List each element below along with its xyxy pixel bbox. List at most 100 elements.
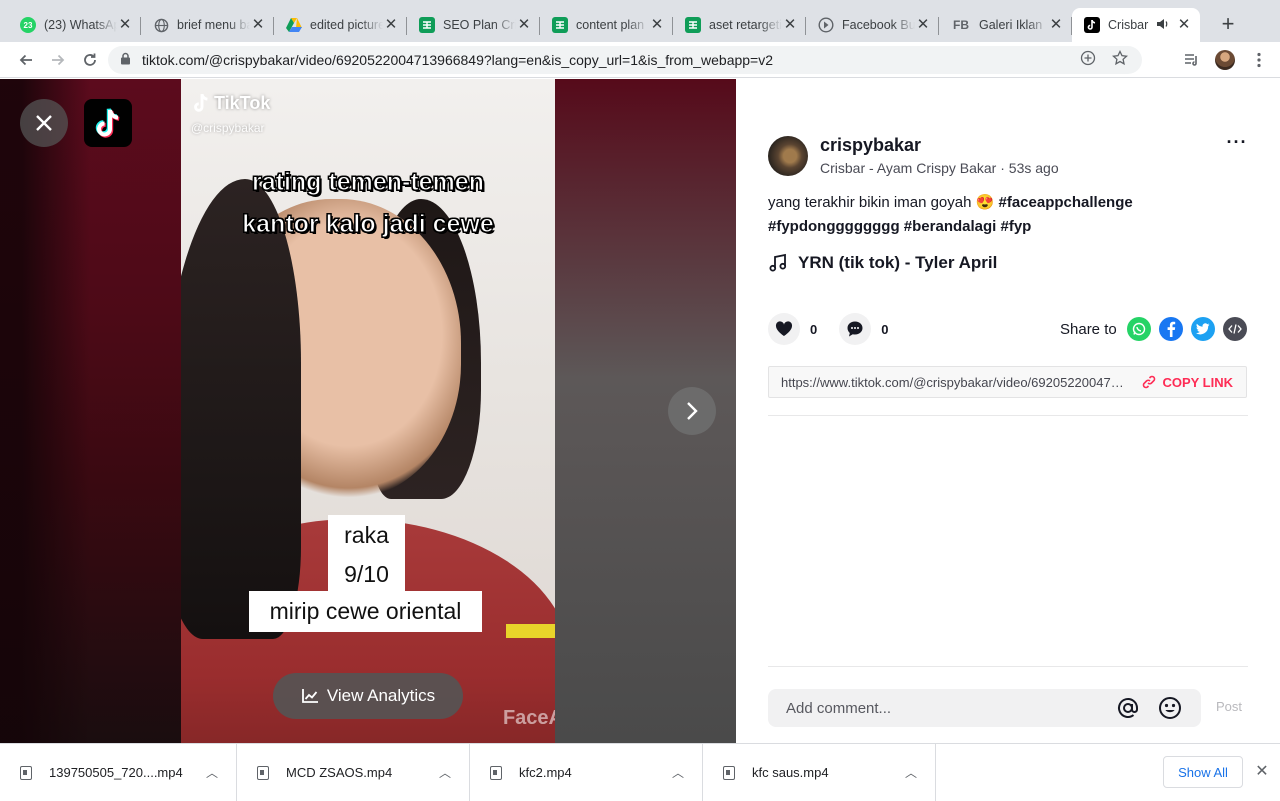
tab-title: brief menu baru — [177, 18, 250, 32]
close-icon[interactable]: ✕ — [915, 17, 931, 33]
close-icon[interactable]: ✕ — [117, 17, 133, 33]
close-icon[interactable]: ✕ — [1176, 17, 1192, 33]
comment-button[interactable] — [839, 313, 872, 345]
chevron-up-icon[interactable]: ︿ — [202, 764, 222, 781]
next-video-button[interactable] — [668, 387, 716, 435]
hashtag-links[interactable]: #fypdongggggggg #berandalagi #fyp — [768, 218, 1031, 235]
lock-icon[interactable] — [120, 52, 134, 68]
show-all-button[interactable]: Show All — [1163, 756, 1243, 788]
close-icon[interactable]: ✕ — [516, 17, 532, 33]
tab-brief-menu[interactable]: brief menu baru ✕ — [141, 8, 274, 42]
media-control-icon[interactable] — [1178, 46, 1204, 74]
download-item[interactable]: 139750505_720....mp4 ︿ — [0, 744, 237, 801]
chevron-up-icon[interactable]: ︿ — [435, 764, 455, 781]
close-icon[interactable]: ✕ — [782, 17, 798, 33]
tab-seo-plan[interactable]: SEO Plan Crisbar ✕ — [407, 8, 540, 42]
comment-count: 0 — [881, 321, 889, 337]
like-button[interactable] — [768, 313, 800, 345]
close-icon[interactable]: ✕ — [250, 17, 266, 33]
view-analytics-button[interactable]: View Analytics — [273, 673, 463, 719]
profile-avatar[interactable] — [1212, 46, 1238, 74]
file-icon — [257, 765, 269, 780]
tab-title: aset retargeting — [709, 18, 782, 32]
copy-link-button[interactable]: COPY LINK — [1128, 375, 1246, 390]
tab-crisbar[interactable]: Crisbar ✕ — [1072, 8, 1200, 42]
url-text: tiktok.com/@crispybakar/video/6920522004… — [142, 52, 774, 68]
close-icon[interactable]: ✕ — [1048, 17, 1064, 33]
link-icon — [1143, 375, 1156, 389]
tab-title: (23) WhatsApp — [44, 18, 117, 32]
copy-link-box: https://www.tiktok.com/@crispybakar/vide… — [768, 366, 1247, 398]
reload-button[interactable] — [76, 46, 104, 74]
tab-content-plan[interactable]: content plan ✕ — [540, 8, 673, 42]
new-tab-button[interactable]: + — [1214, 11, 1242, 39]
tab-facebook-business[interactable]: Facebook Business ✕ — [806, 8, 939, 42]
download-item[interactable]: kfc2.mp4 ︿ — [470, 744, 703, 801]
close-icon[interactable]: ✕ — [1252, 760, 1272, 784]
chevron-up-icon[interactable]: ︿ — [901, 764, 921, 781]
download-item[interactable]: kfc saus.mp4 ︿ — [703, 744, 936, 801]
google-drive-icon — [286, 17, 302, 33]
bookmark-star-icon[interactable] — [1108, 49, 1132, 70]
more-options-icon[interactable]: ··· — [1225, 132, 1249, 156]
tab-title: content plan — [576, 18, 645, 32]
close-icon[interactable]: ✕ — [649, 17, 665, 33]
video-link-text[interactable]: https://www.tiktok.com/@crispybakar/vide… — [781, 375, 1128, 390]
forward-button[interactable] — [44, 46, 72, 74]
author-display-name[interactable]: Crisbar - Ayam Crispy Bakar — [820, 160, 996, 176]
comment-input[interactable]: Add comment... — [768, 689, 1201, 727]
menu-kebab-icon[interactable] — [1246, 46, 1272, 74]
whatsapp-share-icon[interactable] — [1126, 317, 1151, 341]
back-button[interactable] — [12, 46, 40, 74]
rating-score-label: 9/10 — [328, 555, 405, 593]
tiktok-note-icon — [194, 93, 208, 112]
chevron-up-icon[interactable]: ︿ — [668, 764, 688, 781]
author-avatar[interactable] — [768, 136, 808, 176]
rating-note-label: mirip cewe oriental — [249, 591, 482, 632]
author-subline: Crisbar - Ayam Crispy Bakar · 53s ago — [820, 160, 1059, 176]
engagement-stats: 0 0 — [768, 313, 910, 345]
mention-at-icon[interactable] — [1113, 693, 1143, 723]
speaker-icon[interactable] — [1156, 18, 1172, 33]
browser-toolbar: tiktok.com/@crispybakar/video/6920522004… — [0, 42, 1280, 78]
close-icon[interactable]: ✕ — [383, 17, 399, 33]
divider — [768, 666, 1248, 667]
twitter-share-icon[interactable] — [1190, 317, 1215, 341]
whatsapp-icon: 23 — [20, 17, 36, 33]
downloads-bar: 139750505_720....mp4 ︿ MCD ZSAOS.mp4 ︿ k… — [0, 743, 1280, 801]
embed-code-icon[interactable] — [1222, 317, 1247, 341]
tab-edited-picture[interactable]: edited picture ✕ — [274, 8, 407, 42]
facebook-share-icon[interactable] — [1158, 317, 1183, 341]
like-count: 0 — [810, 321, 818, 337]
tab-galeri-iklan[interactable]: FB Galeri Iklan ✕ — [939, 8, 1072, 42]
address-bar[interactable]: tiktok.com/@crispybakar/video/6920522004… — [108, 46, 1142, 74]
file-icon — [490, 765, 502, 780]
author-username[interactable]: crispybakar — [820, 135, 921, 156]
tiktok-logo-icon[interactable] — [84, 99, 132, 147]
music-note-icon — [769, 253, 787, 272]
chevron-right-icon — [687, 402, 698, 420]
music-link[interactable]: YRN (tik tok) - Tyler April — [768, 253, 997, 273]
close-video-button[interactable] — [20, 99, 68, 147]
file-icon — [723, 765, 735, 780]
download-item[interactable]: MCD ZSAOS.mp4 ︿ — [237, 744, 470, 801]
google-sheets-icon — [419, 17, 435, 33]
post-detail-panel: crispybakar Crisbar - Ayam Crispy Bakar … — [736, 79, 1280, 744]
tab-title: edited picture — [310, 18, 383, 32]
tiktok-icon — [1084, 17, 1100, 33]
add-icon[interactable] — [1076, 50, 1100, 70]
heart-eyes-emoji: 😍 — [975, 194, 995, 211]
subline-separator: · — [996, 160, 1009, 176]
video-frame[interactable]: TikTok @crispybakar rating temen-temen k… — [181, 79, 555, 744]
tab-title: Facebook Business — [842, 18, 915, 32]
tab-whatsapp[interactable]: 23 (23) WhatsApp ✕ — [8, 8, 141, 42]
globe-icon — [153, 17, 169, 33]
tab-aset-retargeting[interactable]: aset retargeting ✕ — [673, 8, 806, 42]
emoji-icon[interactable] — [1155, 693, 1185, 723]
post-comment-button[interactable]: Post — [1216, 699, 1242, 714]
hashtag-link[interactable]: #faceappchallenge — [998, 194, 1132, 211]
google-sheets-icon — [685, 17, 701, 33]
google-sheets-icon — [552, 17, 568, 33]
video-player-area[interactable]: TikTok @crispybakar rating temen-temen k… — [0, 79, 736, 744]
tab-strip: 23 (23) WhatsApp ✕ brief menu baru ✕ edi… — [0, 0, 1280, 42]
